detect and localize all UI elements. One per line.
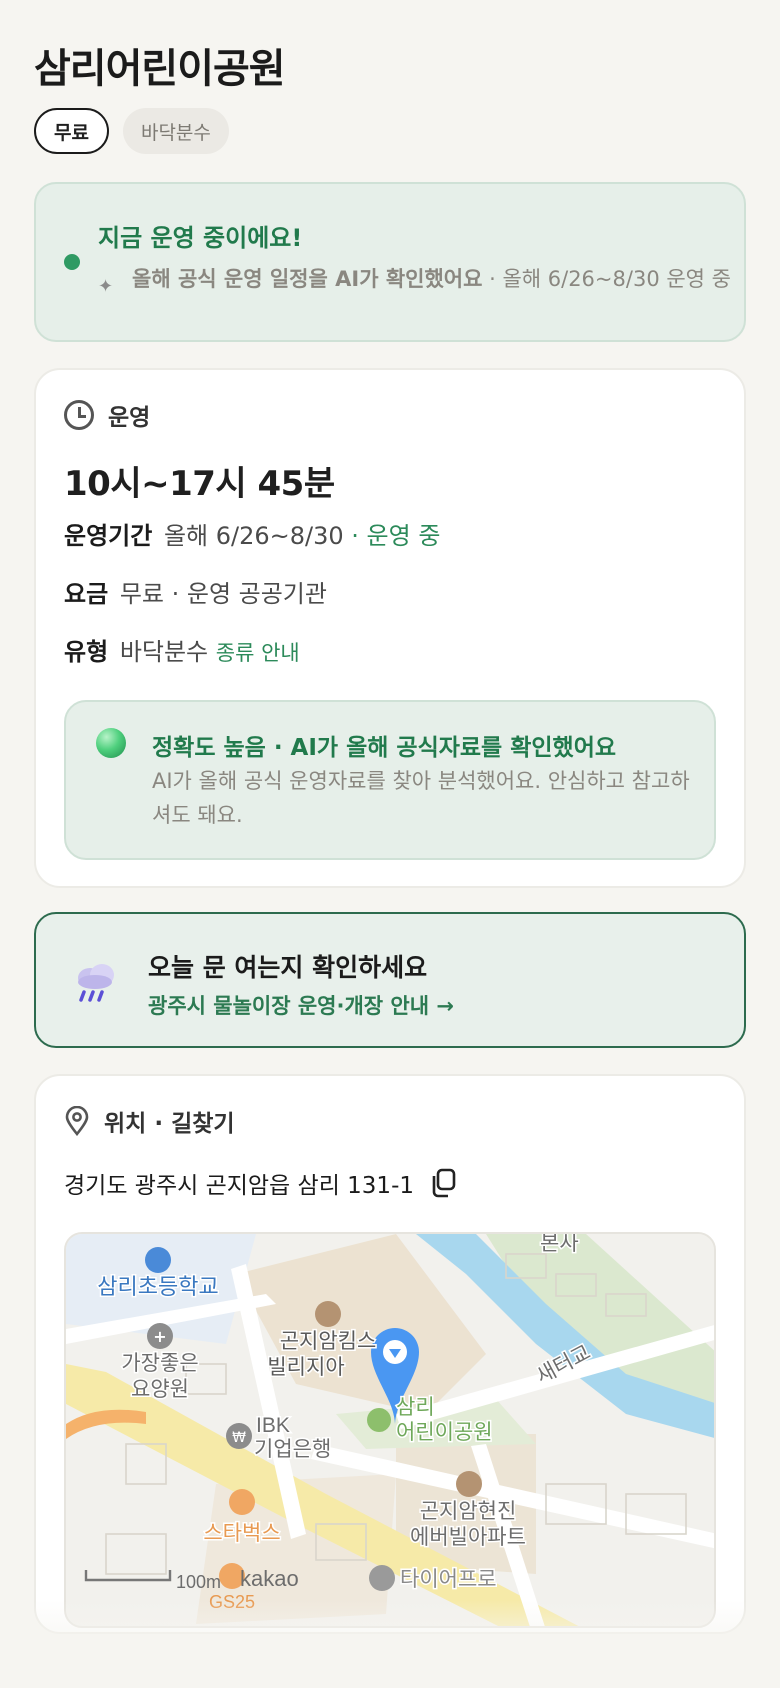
clock-icon [64, 400, 94, 430]
status-sub-rest: · 올해 6/26~8/30 운영 중 [482, 267, 731, 291]
map-kakao-logo: kakao [240, 1566, 299, 1591]
map-label-tire: 타이어프로 [400, 1568, 497, 1591]
map-label-park-2: 어린이공원 [396, 1421, 493, 1444]
copy-icon[interactable] [430, 1168, 458, 1198]
map-label-park-1: 삼리 [396, 1396, 435, 1419]
tag-chips: 무료 바닥분수 [34, 108, 229, 154]
rain-cloud-icon [78, 964, 114, 1002]
location-pin-icon [65, 1106, 89, 1136]
fee-row: 요금 무료 · 운영 공공기관 [64, 574, 327, 609]
type-label: 유형 [64, 638, 109, 666]
fee-label: 요금 [64, 580, 109, 608]
period-row: 운영기간 올해 6/26~8/30 · 운영 중 [64, 516, 440, 551]
map-label-school: 삼리초등학교 [97, 1274, 218, 1299]
map-scale-text: 100m [176, 1572, 221, 1592]
address-text: 경기도 광주시 곤지암읍 삼리 131-1 [64, 1173, 414, 1199]
type-guide-link[interactable]: 종류 안내 [216, 641, 300, 665]
map-label-apt2-1: 곤지암현진 [420, 1500, 517, 1523]
period-value: 올해 6/26~8/30 [163, 522, 344, 550]
operating-hours: 10시~17시 45분 [64, 464, 335, 504]
location-section-header: 위치 · 길찾기 [64, 1104, 235, 1138]
map-label-hospital-2: 요양원 [131, 1378, 189, 1401]
accuracy-heading: 정확도 높음 · AI가 올해 공식자료를 확인했어요 [152, 735, 617, 761]
notice-link[interactable]: 광주시 물놀이장 운영·개장 안내 → [148, 990, 454, 1020]
svg-text:+: + [153, 1327, 166, 1346]
map-label-hospital-1: 가장좋은 [121, 1352, 198, 1375]
page-title: 삼리어린이공원 [34, 46, 286, 92]
status-sub-bold: 올해 공식 운영 일정을 AI가 확인했어요 [132, 267, 483, 291]
hours-card: 운영 10시~17시 45분 운영기간 올해 6/26~8/30 · 운영 중 … [34, 368, 746, 888]
map-label-bank-1: IBK [256, 1414, 290, 1437]
accuracy-box: 정확도 높음 · AI가 올해 공식자료를 확인했어요 AI가 올해 공식 운영… [64, 700, 716, 860]
location-section-title: 위치 · 길찾기 [104, 1111, 235, 1137]
bottom-fade [0, 1600, 780, 1688]
notice-heading: 오늘 문 여는지 확인하세요 [148, 953, 428, 982]
map-view[interactable]: + ₩ 삼리초등학교 가장좋은 요양원 곤지암킴스 빌리지아 IBK 기업은행 … [64, 1232, 716, 1628]
map-label-top: 본사 [540, 1234, 579, 1255]
hours-section-title: 운영 [108, 405, 151, 431]
map-label-bank-2: 기업은행 [254, 1438, 331, 1461]
status-subtext: 올해 공식 운영 일정을 AI가 확인했어요 · 올해 6/26~8/30 운영… [132, 264, 732, 294]
map-label-apt2-2: 에버빌아파트 [410, 1526, 526, 1549]
location-card: 위치 · 길찾기 경기도 광주시 곤지암읍 삼리 131-1 + ₩ 삼리초등학… [34, 1074, 746, 1634]
fee-chip[interactable]: 무료 [34, 108, 109, 154]
type-row: 유형 바닥분수 종류 안내 [64, 632, 300, 667]
map-label-apt1-1: 곤지암킴스 [280, 1330, 377, 1353]
page: 삼리어린이공원 무료 바닥분수 지금 운영 중이에요! ✦ 올해 공식 운영 일… [0, 0, 780, 1688]
period-label: 운영기간 [64, 522, 153, 550]
accuracy-indicator-icon [96, 728, 126, 758]
fee-value: 무료 · 운영 공공기관 [119, 580, 327, 608]
map-canvas[interactable]: + ₩ 삼리초등학교 가장좋은 요양원 곤지암킴스 빌리지아 IBK 기업은행 … [66, 1234, 716, 1628]
opening-notice-banner[interactable]: 오늘 문 여는지 확인하세요 광주시 물놀이장 운영·개장 안내 → [34, 912, 746, 1048]
map-label-cafe: 스타벅스 [203, 1522, 280, 1545]
status-dot-icon [64, 254, 80, 270]
accuracy-body: AI가 올해 공식 운영자료를 찾아 분석했어요. 안심하고 참고하셔도 돼요. [152, 769, 690, 827]
operating-status-banner: 지금 운영 중이에요! ✦ 올해 공식 운영 일정을 AI가 확인했어요 · 올… [34, 182, 746, 342]
sparkle-icon: ✦ [98, 276, 114, 297]
type-value: 바닥분수 [119, 638, 209, 666]
hours-section-header: 운영 [64, 398, 150, 432]
map-label-apt1-2: 빌리지아 [267, 1356, 344, 1379]
status-heading: 지금 운영 중이에요! [98, 224, 303, 252]
svg-text:₩: ₩ [232, 1430, 246, 1446]
type-chip[interactable]: 바닥분수 [122, 108, 229, 154]
period-status: · 운영 중 [343, 522, 441, 550]
address-row: 경기도 광주시 곤지암읍 삼리 131-1 [64, 1166, 458, 1200]
